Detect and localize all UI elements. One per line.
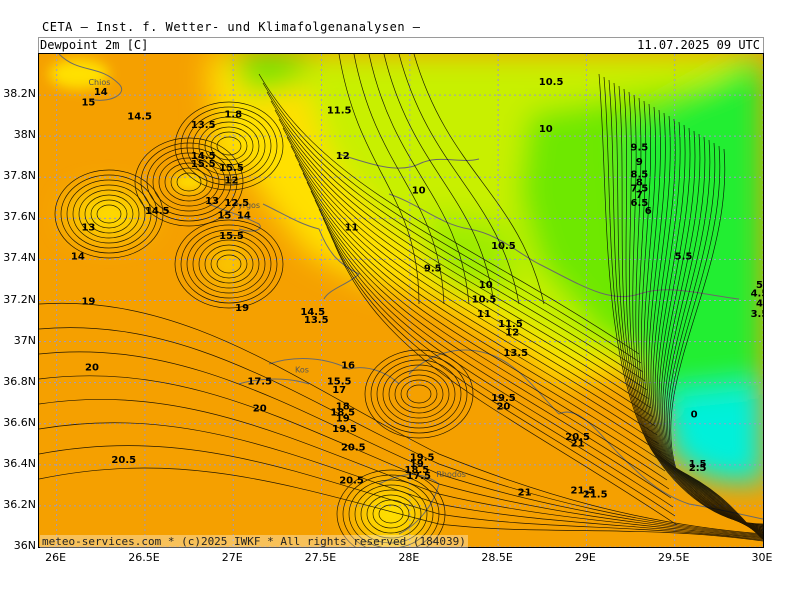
- contour-label: 13: [205, 196, 219, 207]
- contour-label: 19.5: [332, 424, 357, 435]
- lat-tick-label: 36.8N: [3, 374, 36, 388]
- lon-tick-label: 28.5E: [481, 551, 513, 564]
- contour-label: 20: [253, 403, 267, 414]
- contour-label: 15: [81, 97, 95, 108]
- contour-label: 13.5: [304, 315, 329, 326]
- contour-label: 5.5: [675, 251, 693, 262]
- lat-tick-label: 36.2N: [3, 497, 36, 511]
- contour-label: 14: [71, 251, 85, 262]
- contour-label: 10: [479, 280, 493, 291]
- contour-label: 15.5: [191, 159, 216, 170]
- contour-label: 14: [94, 87, 108, 98]
- lat-tick-label: 37N: [13, 333, 36, 347]
- contour-label: 17.5: [406, 471, 431, 482]
- contour-label: 20: [496, 401, 510, 412]
- contour-label: 11: [477, 309, 491, 320]
- contour-label: 21: [571, 438, 585, 449]
- contour-label: 10.5: [491, 241, 516, 252]
- contour-label: 2.5: [689, 463, 707, 474]
- contour-label: 14: [237, 210, 251, 221]
- contour-label: 15.5: [219, 231, 244, 242]
- contour-label: 3.5: [751, 309, 763, 320]
- contour-label: 15.5: [219, 163, 244, 174]
- contour-label: 11.5: [327, 106, 352, 117]
- lat-tick-label: 37.8N: [3, 169, 36, 183]
- contour-label: 20.5: [341, 442, 366, 453]
- contour-label: 10: [539, 124, 553, 135]
- contour-label: 17: [332, 385, 346, 396]
- contour-label: 9: [636, 157, 643, 168]
- lat-tick-label: 36.6N: [3, 415, 36, 429]
- valid-time: 11.07.2025 09 UTC: [637, 38, 760, 52]
- place-label: Rhodos: [436, 470, 466, 479]
- parameter-label: Dewpoint 2m [C]: [40, 38, 149, 52]
- lon-tick-label: 27E: [221, 551, 243, 564]
- place-label: Kos: [295, 365, 309, 374]
- contour-label: 15: [217, 210, 231, 221]
- yellow-blob-lower: [213, 246, 245, 282]
- contour-label: 12: [505, 327, 519, 338]
- contour-label: 19: [235, 303, 249, 314]
- contour-label: 16: [341, 360, 355, 371]
- contour-label: 9.5: [424, 264, 442, 275]
- contour-label: 13.5: [503, 348, 528, 359]
- contour-label: 12: [336, 151, 350, 162]
- contour-label: 12: [225, 175, 239, 186]
- contour-label: 14.5: [127, 112, 152, 123]
- contour-label: 10: [412, 186, 426, 197]
- contour-label: 14.5: [145, 206, 170, 217]
- contour-label: 0: [691, 410, 698, 421]
- contour-label: 20.5: [111, 455, 136, 466]
- contour-label: 20.5: [339, 475, 364, 486]
- map-panel: Chios Pyrgos Kos Rhodos 14 15 14.5 13.5 14.5 15.…: [38, 53, 764, 548]
- place-label: Chios: [88, 78, 110, 87]
- contour-label: 1.8: [224, 110, 242, 121]
- contour-label: 21.5: [583, 490, 608, 501]
- contour-label: 13: [81, 223, 95, 234]
- provider-title: CETA — Inst. f. Wetter- und Klimafolgena…: [42, 20, 421, 34]
- contour-label: 11: [345, 223, 359, 234]
- contour-label: 10.5: [472, 295, 497, 306]
- lon-tick-label: 26E: [45, 551, 67, 564]
- lon-tick-label: 28E: [398, 551, 420, 564]
- dewpoint-map: ChiosPyrgosKosRhodos 141514.513.514.515.…: [39, 54, 763, 547]
- contour-label: 13.5: [191, 120, 216, 131]
- contour-label: 20: [85, 362, 99, 373]
- lat-tick-label: 36.4N: [3, 456, 36, 470]
- contour-label: 17.5: [247, 377, 272, 388]
- lat-tick-label: 37.4N: [3, 251, 36, 265]
- contour-label: 19: [81, 297, 95, 308]
- lon-tick-label: 29E: [574, 551, 596, 564]
- lon-tick-label: 26.5E: [128, 551, 160, 564]
- copyright-notice: meteo-services.com * (c)2025 IWKF * All …: [40, 535, 468, 548]
- lat-tick-label: 37.2N: [3, 292, 36, 306]
- contour-label: 9.5: [631, 143, 649, 154]
- lat-tick-label: 36N: [13, 539, 36, 552]
- contour-label: 12.5: [224, 198, 249, 209]
- contour-label: 21: [518, 488, 532, 499]
- lon-tick-label: 30E: [751, 551, 773, 564]
- contour-label: 10.5: [539, 77, 564, 88]
- lon-tick-label: 27.5E: [304, 551, 337, 564]
- lat-tick-label: 37.6N: [3, 210, 36, 224]
- lat-tick-label: 38N: [13, 128, 36, 142]
- contour-label: 6: [645, 206, 652, 217]
- lat-tick-label: 38.2N: [3, 87, 36, 101]
- lon-tick-label: 29.5E: [657, 551, 690, 564]
